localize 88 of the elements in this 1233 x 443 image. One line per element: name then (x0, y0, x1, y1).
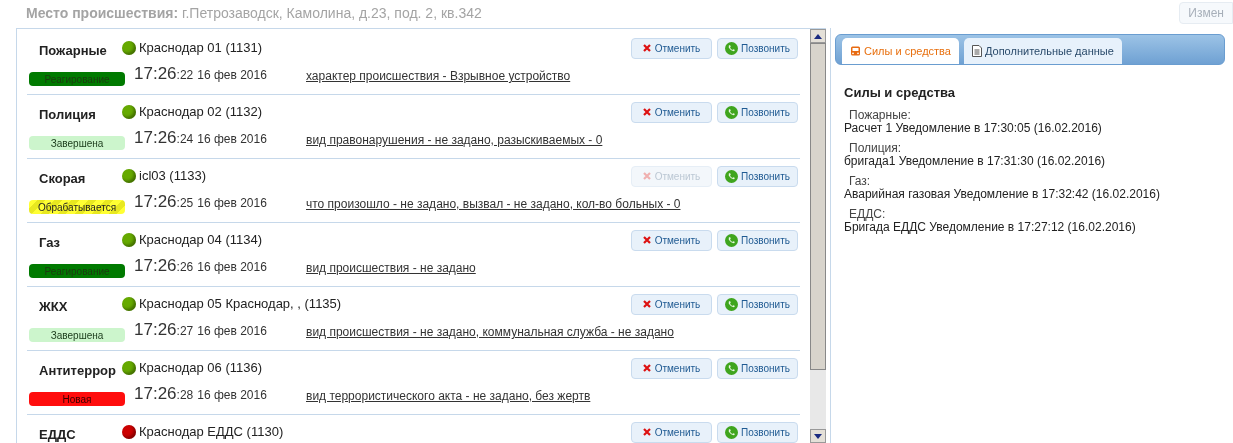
seconds-text: :28 (176, 386, 194, 404)
date-text: 16 фев 2016 (197, 322, 267, 340)
service-name: ЖКХ (38, 297, 69, 316)
time-text: 17:26 (134, 382, 177, 405)
seconds-text: :24 (176, 130, 194, 148)
unit-name: icl03 (1133) (139, 167, 207, 186)
call-button[interactable]: Позвонить (717, 293, 798, 315)
close-icon (642, 44, 651, 52)
section-title: Силы и средства (844, 84, 957, 102)
call-button[interactable]: Позвонить (717, 357, 798, 379)
unit-name: Краснодар ЕДДС (1130) (139, 423, 285, 442)
document-icon (971, 45, 982, 57)
date-text: 16 фев 2016 (197, 194, 267, 212)
details-link[interactable]: вид правонарушения - не задано, разыскиваемых - 0 (306, 131, 603, 150)
unit-name: Краснодар 01 (1131) (139, 39, 263, 58)
close-icon (642, 172, 651, 180)
cancel-button[interactable]: Отменить (631, 421, 712, 443)
date-text: 16 фев 2016 (197, 66, 267, 84)
cancel-button[interactable]: Отменить (631, 293, 712, 315)
service-name: ЕДДС (38, 425, 77, 443)
down-arrow-icon (814, 433, 822, 439)
unit-name: Краснодар 04 (1134) (139, 231, 263, 250)
status-badge: Завершена (29, 136, 125, 150)
service-label: Полиция: (849, 141, 903, 155)
scrollbar[interactable] (810, 29, 826, 443)
details-link[interactable]: что произошло - не задано, вызвал - не задано, кол-во больных - 0 (306, 195, 681, 214)
unit-name: Краснодар 05 Краснодар, , (1135) (139, 295, 343, 314)
date-text: 16 фев 2016 (197, 258, 267, 276)
address-label: Место происшествия: (26, 4, 179, 23)
phone-icon (725, 105, 739, 119)
cancel-button[interactable]: Отменить (631, 101, 712, 123)
phone-icon (725, 297, 739, 311)
service-name: Полиция (38, 105, 97, 124)
details-link[interactable]: вид происшествия - не задано, коммунальная служба - не задано (306, 323, 674, 342)
seconds-text: :26 (176, 258, 194, 276)
cancel-button[interactable]: Отменить (631, 37, 712, 59)
seconds-text: :27 (176, 322, 194, 340)
address-value: г.Петрозаводск, Камолина, д.23, под. 2, кв.342 (182, 4, 482, 23)
seconds-text: :22 (176, 66, 194, 84)
service-name: Антитеррор (38, 361, 117, 380)
service-name: Скорая (38, 169, 87, 188)
time-text: 17:26 (134, 62, 177, 85)
time-text: 17:26 (134, 126, 177, 149)
up-arrow-icon (814, 33, 822, 39)
status-badge: Завершена (29, 328, 125, 342)
service-label: ЕДДС: (848, 207, 887, 221)
details-link[interactable]: характер происшествия - Взрывное устройство (306, 67, 571, 86)
call-button[interactable]: Позвонить (717, 421, 798, 443)
notification-text: Аварийная газовая Уведомление в 17:32:42 (16.02.2016) (844, 187, 1161, 201)
details-link[interactable]: вид террористического акта - не задано, без жертв (306, 387, 591, 406)
call-button[interactable]: Позвонить (717, 101, 798, 123)
status-badge: Реагирование (29, 72, 125, 86)
notification-text: бригада1 Уведомление в 17:31:30 (16.02.2016) (844, 154, 1107, 168)
close-icon (642, 300, 651, 308)
phone-icon (725, 41, 739, 55)
service-label: Газ: (848, 174, 872, 188)
time-text: 17:26 (134, 318, 177, 341)
call-button[interactable]: Позвонить (717, 229, 798, 251)
phone-icon (725, 233, 739, 247)
phone-icon (725, 425, 739, 439)
call-button[interactable]: Позвонить (717, 37, 798, 59)
unit-name: Краснодар 06 (1136) (139, 359, 263, 378)
date-text: 16 фев 2016 (197, 386, 267, 404)
notification-text: Бригада ЕДДС Уведомление в 17:27:12 (16.02.2016) (844, 220, 1137, 234)
seconds-text: :25 (176, 194, 194, 212)
service-label: Пожарные: (848, 108, 912, 122)
bus-icon (850, 45, 861, 57)
status-badge: Новая (29, 392, 125, 406)
close-icon (642, 428, 651, 436)
cancel-button[interactable]: Отменить (631, 229, 712, 251)
status-badge: Реагирование (29, 264, 125, 278)
time-text: 17:26 (134, 190, 177, 213)
cancel-button[interactable]: Отменить (631, 357, 712, 379)
status-badge: Обрабатывается (29, 200, 125, 214)
details-link[interactable]: вид происшествия - не задано (306, 259, 476, 278)
call-button[interactable]: Позвонить (717, 165, 798, 187)
date-text: 16 фев 2016 (197, 130, 267, 148)
phone-icon (725, 169, 739, 183)
service-name: Газ (38, 233, 62, 252)
tab[interactable]: Дополнительные данные (963, 38, 1122, 64)
close-icon (642, 364, 651, 372)
close-icon (642, 108, 651, 116)
unit-name: Краснодар 02 (1132) (139, 103, 263, 122)
service-name: Пожарные (38, 41, 108, 60)
notification-text: Расчет 1 Уведомление в 17:30:05 (16.02.2016) (844, 121, 1103, 135)
phone-icon (725, 361, 739, 375)
close-icon (642, 236, 651, 244)
time-text: 17:26 (134, 254, 177, 277)
